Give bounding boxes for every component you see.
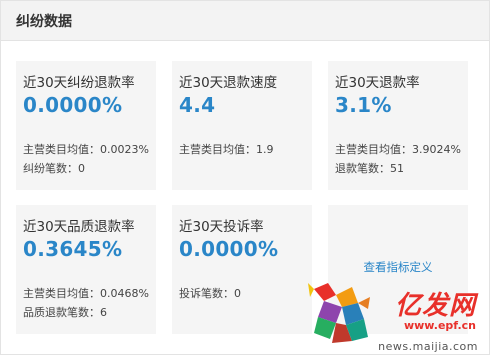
dispute-count: 纠纷笔数：0 bbox=[23, 162, 85, 175]
metric-title: 近30天投诉率 bbox=[179, 219, 264, 235]
category-average: 主营类目均值：0.0468% bbox=[23, 287, 149, 300]
view-metric-definition-link[interactable]: 查看指标定义 bbox=[364, 259, 433, 275]
metric-title: 近30天退款率 bbox=[335, 75, 420, 91]
refund-count: 退款笔数：51 bbox=[335, 162, 404, 175]
metric-title: 近30天纠纷退款率 bbox=[23, 75, 135, 91]
metric-card-quality-refund-rate: 近30天品质退款率 0.3645% 主营类目均值：0.0468% 品质退款笔数：… bbox=[16, 205, 156, 334]
metric-title: 近30天退款速度 bbox=[179, 75, 278, 91]
category-average: 主营类目均值：3.9024% bbox=[335, 143, 461, 156]
complaint-count: 投诉笔数：0 bbox=[179, 287, 241, 300]
panel-title: 纠纷数据 bbox=[16, 13, 72, 30]
metric-value: 0.0000% bbox=[23, 93, 123, 117]
metric-value: 0.3645% bbox=[23, 237, 123, 261]
metric-title: 近30天品质退款率 bbox=[23, 219, 135, 235]
category-average: 主营类目均值：0.0023% bbox=[23, 143, 149, 156]
metric-definition-card: 查看指标定义 bbox=[328, 205, 468, 334]
panel-header: 纠纷数据 bbox=[1, 1, 489, 41]
metric-card-complaint-rate: 近30天投诉率 0.0000% 投诉笔数：0 bbox=[172, 205, 312, 334]
metric-value: 0.0000% bbox=[179, 237, 279, 261]
metric-value: 4.4 bbox=[179, 93, 216, 117]
quality-refund-count: 品质退款笔数：6 bbox=[23, 306, 107, 319]
metric-value: 3.1% bbox=[335, 93, 392, 117]
category-average: 主营类目均值：1.9 bbox=[179, 143, 274, 156]
metric-card-refund-rate: 近30天退款率 3.1% 主营类目均值：3.9024% 退款笔数：51 bbox=[328, 61, 468, 190]
metric-card-refund-speed: 近30天退款速度 4.4 主营类目均值：1.9 bbox=[172, 61, 312, 190]
metric-card-dispute-refund-rate: 近30天纠纷退款率 0.0000% 主营类目均值：0.0023% 纠纷笔数：0 bbox=[16, 61, 156, 190]
